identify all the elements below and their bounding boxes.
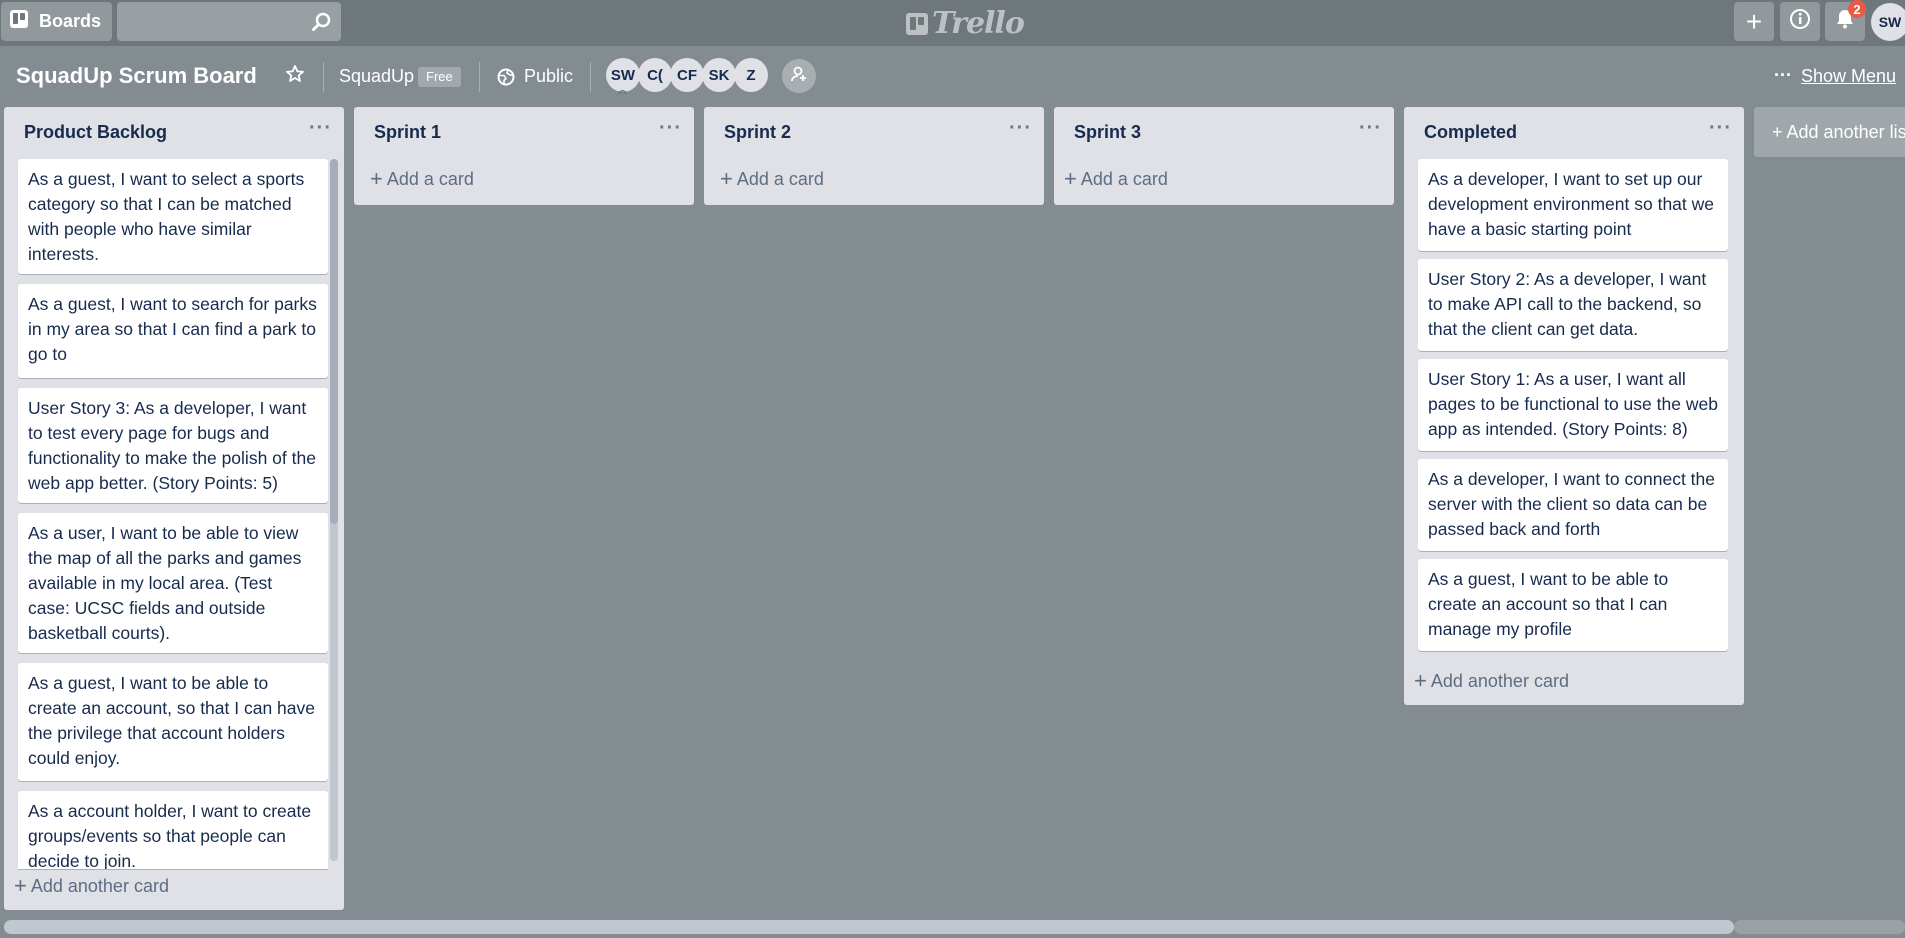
search-box xyxy=(117,2,341,41)
add-card-label: Add another card xyxy=(1430,670,1569,691)
list-menu-icon[interactable]: ··· xyxy=(1709,117,1732,140)
list-header[interactable]: Sprint 1 ··· xyxy=(354,107,694,157)
list-card[interactable]: As a guest, I want to be able to create … xyxy=(18,663,328,781)
team-name[interactable]: SquadUp xyxy=(339,66,414,87)
plus-icon: + xyxy=(1064,166,1077,191)
list-menu-icon[interactable]: ··· xyxy=(659,117,682,140)
list-card[interactable]: As a user, I want to be able to view the… xyxy=(18,513,328,653)
trello-logo-text: Trello xyxy=(932,6,1025,41)
board-title[interactable]: SquadUp Scrum Board xyxy=(16,63,257,89)
header-divider xyxy=(323,62,324,92)
list-card[interactable]: As a developer, I want to connect the se… xyxy=(1418,459,1728,551)
list-menu-icon[interactable]: ··· xyxy=(1359,117,1382,140)
board-scrollbar-track[interactable] xyxy=(1734,920,1905,934)
board-scrollbar-thumb[interactable] xyxy=(4,920,1734,934)
top-header: Boards Trello + 2 SW xyxy=(0,0,1905,46)
plus-icon: + xyxy=(720,166,733,191)
boards-icon xyxy=(9,9,29,34)
add-card-label: Add a card xyxy=(1080,168,1168,189)
list-completed: Completed ··· As a developer, I want to … xyxy=(1404,107,1744,705)
list-header[interactable]: Sprint 2 ··· xyxy=(704,107,1044,157)
list-card[interactable]: As a guest, I want to select a sports ca… xyxy=(18,159,328,274)
add-card-button[interactable]: + Add a card xyxy=(1064,168,1168,190)
list-title[interactable]: Completed xyxy=(1424,122,1517,143)
add-user-icon xyxy=(790,65,808,88)
plus-icon: + xyxy=(1745,5,1763,37)
list-sprint-3: Sprint 3 ··· + Add a card xyxy=(1054,107,1394,205)
board-members: SW ︽ C( CF SK Z xyxy=(606,58,768,95)
member-avatar[interactable]: Z xyxy=(734,58,768,92)
list-product-backlog: Product Backlog ··· As a guest, I want t… xyxy=(4,107,344,910)
add-card-button[interactable]: + Add a card xyxy=(720,168,824,190)
add-card-label: Add a card xyxy=(386,168,474,189)
list-title[interactable]: Product Backlog xyxy=(24,122,167,143)
list-sprint-2: Sprint 2 ··· + Add a card xyxy=(704,107,1044,205)
list-header[interactable]: Completed ··· xyxy=(1404,107,1744,157)
add-card-button[interactable]: + Add another card xyxy=(14,875,169,897)
search-input[interactable] xyxy=(134,2,324,41)
list-header[interactable]: Product Backlog ··· xyxy=(4,107,344,157)
header-divider xyxy=(479,62,480,92)
invite-member-button[interactable] xyxy=(782,59,816,93)
plus-icon: + xyxy=(370,166,383,191)
trello-logo-icon xyxy=(906,12,928,35)
list-card[interactable]: User Story 1: As a user, I want all page… xyxy=(1418,359,1728,451)
list-card[interactable]: As a guest, I want to be able to create … xyxy=(1418,559,1728,651)
search-icon[interactable] xyxy=(311,11,333,38)
menu-dots-icon[interactable]: ··· xyxy=(1774,65,1792,86)
member-avatar[interactable]: SK xyxy=(702,58,736,92)
list-card[interactable]: User Story 2: As a developer, I want to … xyxy=(1418,259,1728,351)
member-avatar[interactable]: C( xyxy=(638,58,672,92)
trello-logo[interactable]: Trello xyxy=(906,6,1025,41)
boards-label: Boards xyxy=(39,11,102,31)
list-title[interactable]: Sprint 1 xyxy=(374,122,441,143)
list-title[interactable]: Sprint 3 xyxy=(1074,122,1141,143)
create-button[interactable]: + xyxy=(1734,2,1774,41)
add-list-button[interactable]: + Add another list xyxy=(1754,107,1905,157)
add-card-label: Add another card xyxy=(30,875,169,896)
list-scrollbar-thumb[interactable] xyxy=(330,159,338,524)
add-card-label: Add a card xyxy=(736,168,824,189)
list-menu-icon[interactable]: ··· xyxy=(1009,117,1032,140)
list-title[interactable]: Sprint 2 xyxy=(724,122,791,143)
list-sprint-1: Sprint 1 ··· + Add a card xyxy=(354,107,694,205)
header-divider xyxy=(590,62,591,92)
notification-count-badge: 2 xyxy=(1848,0,1866,18)
boards-button[interactable]: Boards xyxy=(1,2,112,41)
add-card-button[interactable]: + Add a card xyxy=(370,168,474,190)
globe-icon[interactable] xyxy=(496,67,516,92)
plan-badge: Free xyxy=(418,67,461,87)
member-avatar[interactable]: SW ︽ xyxy=(606,58,640,95)
list-card[interactable]: User Story 3: As a developer, I want to … xyxy=(18,388,328,503)
user-avatar[interactable]: SW xyxy=(1871,3,1905,41)
member-avatar[interactable]: CF xyxy=(670,58,704,92)
info-icon xyxy=(1789,8,1811,35)
visibility-label[interactable]: Public xyxy=(524,66,573,87)
list-card[interactable]: As a guest, I want to search for parks i… xyxy=(18,284,328,378)
show-menu-link[interactable]: Show Menu xyxy=(1801,66,1896,87)
list-card[interactable]: As a developer, I want to set up our dev… xyxy=(1418,159,1728,251)
star-icon[interactable] xyxy=(285,64,305,89)
list-card[interactable]: As a account holder, I want to create gr… xyxy=(18,791,328,869)
list-header[interactable]: Sprint 3 ··· xyxy=(1054,107,1394,157)
plus-icon: + xyxy=(14,873,27,898)
plus-icon: + xyxy=(1414,668,1427,693)
info-button[interactable] xyxy=(1780,2,1820,41)
add-card-button[interactable]: + Add another card xyxy=(1414,670,1569,692)
admin-chevron-icon: ︽ xyxy=(618,85,628,95)
list-menu-icon[interactable]: ··· xyxy=(309,117,332,140)
